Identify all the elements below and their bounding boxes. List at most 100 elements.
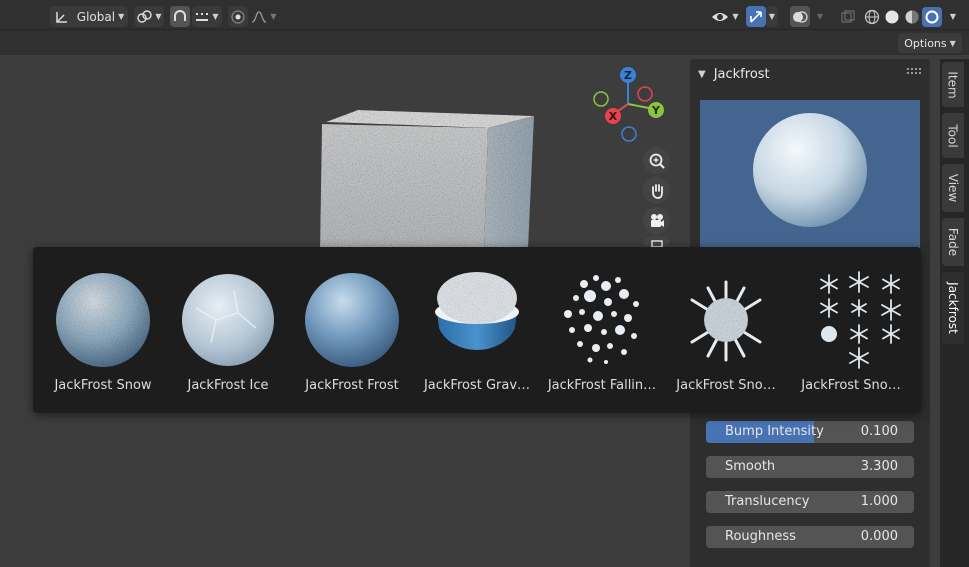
slider-value: 1.000 <box>860 494 898 509</box>
chevron-down-icon: ▼ <box>816 12 824 21</box>
pivot-point-dropdown[interactable]: ▼ <box>134 6 164 27</box>
solid-shading-icon[interactable] <box>884 9 900 25</box>
asset-name: JackFrost Sno… <box>801 378 901 393</box>
panel-title: Jackfrost <box>713 66 770 82</box>
asset-tile[interactable]: JackFrost Grav… <box>415 268 539 402</box>
tab-tool[interactable]: Tool <box>942 113 964 158</box>
tab-fade[interactable]: Fade <box>942 218 964 266</box>
wireframe-shading-icon[interactable] <box>864 9 880 25</box>
snow-sphere-thumbnail <box>56 273 150 367</box>
asset-name: JackFrost Fallin… <box>547 378 657 393</box>
drag-handle-icon[interactable] <box>907 68 923 76</box>
slider-label: Smooth <box>725 459 776 474</box>
y-axis-label: Y <box>651 104 661 117</box>
gizmo-toggle[interactable] <box>746 6 766 27</box>
asset-tile[interactable]: JackFrost Frost <box>290 268 414 402</box>
asset-name: JackFrost Frost <box>305 378 399 393</box>
camera-view-button[interactable] <box>643 207 670 234</box>
snap-toggle[interactable] <box>170 6 190 27</box>
tab-jackfrost[interactable]: Jackfrost <box>942 272 964 344</box>
chevron-down-icon: ▼ <box>768 12 776 21</box>
rendered-shading-icon <box>925 10 939 23</box>
snowflakes-grid-thumbnail <box>820 271 901 369</box>
camera-icon <box>650 213 664 227</box>
transform-orientation-label: Global <box>76 9 116 24</box>
frost-sphere-thumbnail <box>305 273 399 367</box>
negative-y-handle[interactable] <box>637 86 653 102</box>
chevron-down-icon: ▼ <box>732 12 739 21</box>
slider-value: 0.100 <box>860 424 898 439</box>
rendered-shading-button[interactable] <box>922 6 942 27</box>
negative-z-handle[interactable] <box>621 126 637 142</box>
chevron-down-icon: ▼ <box>949 12 957 21</box>
smooth-slider[interactable]: Smooth 3.300 <box>706 456 914 478</box>
snap-increment-dropdown[interactable]: ▼ <box>192 6 222 27</box>
material-preview-icon[interactable] <box>904 9 920 25</box>
hand-icon <box>651 183 663 199</box>
tab-item[interactable]: Item <box>942 62 964 107</box>
ice-sphere-thumbnail <box>182 274 274 366</box>
falloff-curve-icon <box>252 10 267 23</box>
eye-icon <box>712 12 729 21</box>
bump-intensity-slider[interactable]: Bump Intensity 0.100 <box>706 421 914 443</box>
snow-cube-object[interactable] <box>318 110 538 250</box>
gizmo-dropdown[interactable]: ▼ <box>766 6 778 27</box>
negative-x-handle[interactable] <box>593 91 609 107</box>
snowflake-cluster-thumbnail <box>690 280 762 362</box>
asset-tile[interactable]: JackFrost Snow <box>41 268 165 402</box>
options-label: Options <box>904 36 947 50</box>
asset-tile[interactable]: JackFrost Sno… <box>789 268 913 402</box>
chevron-down-icon: ▼ <box>155 12 162 21</box>
overlays-icon <box>793 10 808 23</box>
slider-value: 0.000 <box>860 529 898 544</box>
tool-settings-bar <box>0 30 969 55</box>
falling-snow-thumbnail <box>564 275 639 364</box>
options-dropdown[interactable]: Options ▼ <box>898 33 962 53</box>
chevron-down-icon: ▼ <box>212 12 219 21</box>
viewport-header: Global ▼ ▼ ▼ ▼ ▼ ▼ ▼ ▼ <box>0 0 969 30</box>
pivot-point-icon <box>137 9 153 23</box>
asset-name: JackFrost Grav… <box>423 378 531 393</box>
overlays-dropdown[interactable]: ▼ <box>812 6 828 27</box>
z-axis-label: Z <box>624 69 632 82</box>
slider-label: Bump Intensity <box>725 424 824 439</box>
proportional-editing-toggle[interactable] <box>228 6 248 27</box>
snow-sphere-preview <box>753 113 867 227</box>
slider-label: Translucency <box>725 494 810 509</box>
snap-increment-icon <box>196 12 209 21</box>
zoom-button[interactable] <box>643 147 670 174</box>
xray-toggle[interactable] <box>838 6 858 27</box>
snap-icon <box>174 9 186 21</box>
navigation-gizmo[interactable]: Z Y X <box>590 64 670 144</box>
asset-name: JackFrost Sno… <box>676 378 776 393</box>
zoom-icon <box>649 153 665 169</box>
asset-tile[interactable]: JackFrost Fallin… <box>540 268 664 402</box>
x-axis-label: X <box>609 110 618 123</box>
xray-icon <box>841 10 855 22</box>
slider-label: Roughness <box>725 529 796 544</box>
asset-tile[interactable]: JackFrost Ice <box>166 268 290 402</box>
tab-view[interactable]: View <box>942 164 964 212</box>
slider-value: 3.300 <box>860 459 898 474</box>
asset-name: JackFrost Ice <box>187 378 269 393</box>
roughness-slider[interactable]: Roughness 0.000 <box>706 526 914 548</box>
falloff-dropdown[interactable]: ▼ <box>250 6 278 27</box>
proportional-editing-icon <box>231 9 245 24</box>
chevron-down-icon: ▼ <box>118 12 125 21</box>
shading-dropdown[interactable]: ▼ <box>946 6 960 27</box>
visibility-dropdown[interactable]: ▼ <box>709 6 741 27</box>
chevron-down-icon: ▼ <box>270 12 277 21</box>
gravity-snow-thumbnail <box>435 272 519 351</box>
translucency-slider[interactable]: Translucency 1.000 <box>706 491 914 513</box>
chevron-down-icon: ▼ <box>949 38 956 48</box>
shading-modes <box>862 6 942 27</box>
material-preview[interactable] <box>700 100 920 248</box>
panel-header[interactable]: ▼ Jackfrost <box>698 64 770 84</box>
transform-orientation-icon <box>56 11 67 23</box>
gizmo-icon <box>750 10 762 23</box>
transform-orientation-dropdown[interactable]: Global ▼ <box>50 6 128 27</box>
asset-name: JackFrost Snow <box>54 378 152 393</box>
pan-button[interactable] <box>643 177 670 204</box>
overlays-toggle[interactable] <box>790 6 810 27</box>
asset-tile[interactable]: JackFrost Sno… <box>664 268 788 402</box>
